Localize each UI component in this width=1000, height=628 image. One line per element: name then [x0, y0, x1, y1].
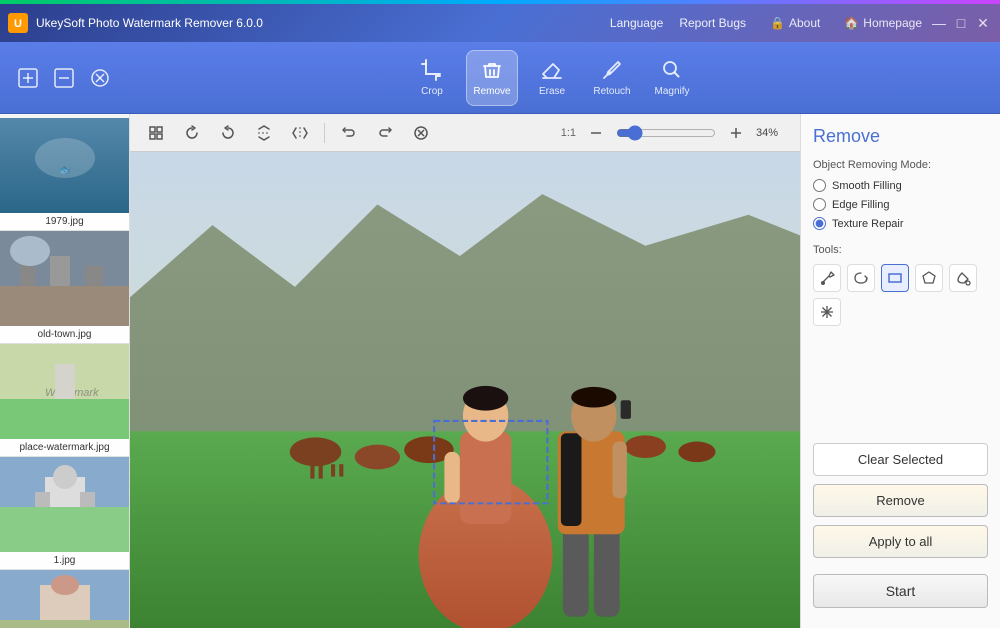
image-sidebar: 🐟 1979.jpg old-town.jpg — [0, 114, 130, 628]
image-area: 1:1 34% — [130, 114, 800, 628]
rect-tool-icon[interactable] — [881, 264, 909, 292]
home-icon: 🏠 — [844, 16, 859, 30]
lasso-tool-icon[interactable] — [847, 264, 875, 292]
sidebar-item-label-1: old-town.jpg — [0, 326, 129, 343]
sidebar-item-0[interactable]: 🐟 1979.jpg — [0, 118, 129, 231]
sidebar-item-3[interactable]: 1.jpg — [0, 457, 129, 570]
rotate-ccw-button[interactable] — [214, 119, 242, 147]
zoom-percentage: 34% — [756, 127, 788, 139]
svg-text:U: U — [14, 18, 22, 30]
select-tool-button[interactable] — [142, 119, 170, 147]
clear-button[interactable] — [407, 119, 435, 147]
add-file-button[interactable] — [16, 66, 40, 90]
title-bar-nav: Language Report Bugs — [610, 16, 746, 30]
sidebar-item-label-3: 1.jpg — [0, 552, 129, 569]
sidebar-thumbnail-0: 🐟 — [0, 118, 129, 213]
main-content: 🐟 1979.jpg old-town.jpg — [0, 114, 1000, 628]
mode-smooth-radio[interactable] — [813, 179, 826, 192]
removing-mode-group: Smooth Filling Edge Filling Texture Repa… — [813, 179, 988, 230]
about-button[interactable]: 🔒 About — [762, 12, 828, 34]
panel-spacer — [813, 342, 988, 443]
sidebar-thumbnail-2: Watermark — [0, 344, 129, 439]
sidebar-items-list: 🐟 1979.jpg old-town.jpg — [0, 114, 129, 628]
zoom-controls: 1:1 34% — [561, 119, 788, 147]
sidebar-thumbnail-4 — [0, 570, 129, 628]
image-toolbar: 1:1 34% — [130, 114, 800, 152]
polygon-tool-icon[interactable] — [915, 264, 943, 292]
toolbar-left — [16, 66, 112, 90]
maximize-button[interactable]: □ — [952, 14, 970, 32]
tools-grid — [813, 264, 988, 326]
title-bar: U UkeySoft Photo Watermark Remover 6.0.0… — [0, 4, 1000, 42]
mode-texture-label: Texture Repair — [832, 218, 904, 230]
sidebar-item-label-2: place-watermark.jpg — [0, 439, 129, 456]
minimize-button[interactable]: — — [930, 14, 948, 32]
rotate-cw-button[interactable] — [178, 119, 206, 147]
remove-button[interactable]: Remove — [813, 484, 988, 517]
mode-edge-filling[interactable]: Edge Filling — [813, 198, 988, 211]
scene-svg — [130, 152, 800, 628]
right-panel: Remove Object Removing Mode: Smooth Fill… — [800, 114, 1000, 628]
apply-to-all-button[interactable]: Apply to all — [813, 525, 988, 558]
brush-tool-icon[interactable] — [813, 264, 841, 292]
crop-tool-label: Crop — [421, 86, 443, 97]
paint-tool-icon[interactable] — [949, 264, 977, 292]
mode-texture-repair[interactable]: Texture Repair — [813, 217, 988, 230]
sidebar-thumbnail-1 — [0, 231, 129, 326]
remove-tool-label: Remove — [473, 86, 510, 97]
sidebar-item-label-0: 1979.jpg — [0, 213, 129, 230]
clear-selected-button[interactable]: Clear Selected — [813, 443, 988, 476]
sidebar-item-4[interactable]: 1-pic.jpeg — [0, 570, 129, 628]
retouch-tool-label: Retouch — [593, 86, 630, 97]
window-controls: — □ ✕ — [930, 14, 992, 32]
app-logo: U — [8, 13, 28, 33]
erase-tool-button[interactable]: Erase — [526, 50, 578, 106]
undo-button[interactable] — [335, 119, 363, 147]
erase-tool-label: Erase — [539, 86, 565, 97]
zoom-in-button[interactable] — [722, 119, 750, 147]
magnify-tool-button[interactable]: Magnify — [646, 50, 698, 106]
flip-v-button[interactable] — [250, 119, 278, 147]
main-toolbar: Crop Remove Erase Retouch — [0, 42, 1000, 114]
start-button[interactable]: Start — [813, 574, 988, 608]
remove-file-button[interactable] — [52, 66, 76, 90]
sidebar-item-1[interactable]: old-town.jpg — [0, 231, 129, 344]
toolbar-separator-1 — [324, 123, 325, 143]
tools-section-label: Tools: — [813, 244, 988, 256]
object-removing-mode-label: Object Removing Mode: — [813, 159, 988, 171]
homepage-button[interactable]: 🏠 Homepage — [836, 12, 930, 34]
sidebar-item-2[interactable]: Watermark place-watermark.jpg — [0, 344, 129, 457]
retouch-tool-button[interactable]: Retouch — [586, 50, 638, 106]
mode-texture-radio[interactable] — [813, 217, 826, 230]
mode-smooth-label: Smooth Filling — [832, 180, 902, 192]
mode-edge-label: Edge Filling — [832, 199, 889, 211]
report-bugs-link[interactable]: Report Bugs — [679, 16, 746, 30]
remove-tool-button[interactable]: Remove — [466, 50, 518, 106]
svg-text:🐟: 🐟 — [59, 165, 71, 176]
title-bar-left: U UkeySoft Photo Watermark Remover 6.0.0 — [8, 13, 610, 33]
zoom-slider[interactable] — [616, 125, 716, 141]
zoom-ratio-label: 1:1 — [561, 127, 576, 139]
close-file-button[interactable] — [88, 66, 112, 90]
mode-edge-radio[interactable] — [813, 198, 826, 211]
toolbar-main-tools: Crop Remove Erase Retouch — [406, 50, 698, 106]
flip-h-button[interactable] — [286, 119, 314, 147]
close-button[interactable]: ✕ — [974, 14, 992, 32]
sidebar-thumbnail-3 — [0, 457, 129, 552]
star-tool-icon[interactable] — [813, 298, 841, 326]
crop-tool-button[interactable]: Crop — [406, 50, 458, 106]
image-panel[interactable] — [130, 152, 800, 628]
main-image-display — [130, 152, 800, 628]
app-title: UkeySoft Photo Watermark Remover 6.0.0 — [36, 16, 263, 30]
mode-smooth-filling[interactable]: Smooth Filling — [813, 179, 988, 192]
zoom-out-button[interactable] — [582, 119, 610, 147]
panel-title: Remove — [813, 126, 988, 147]
magnify-tool-label: Magnify — [654, 86, 689, 97]
title-bar-right-actions: 🔒 About 🏠 Homepage — [762, 12, 930, 34]
redo-button[interactable] — [371, 119, 399, 147]
lock-icon: 🔒 — [770, 16, 785, 30]
language-link[interactable]: Language — [610, 16, 663, 30]
